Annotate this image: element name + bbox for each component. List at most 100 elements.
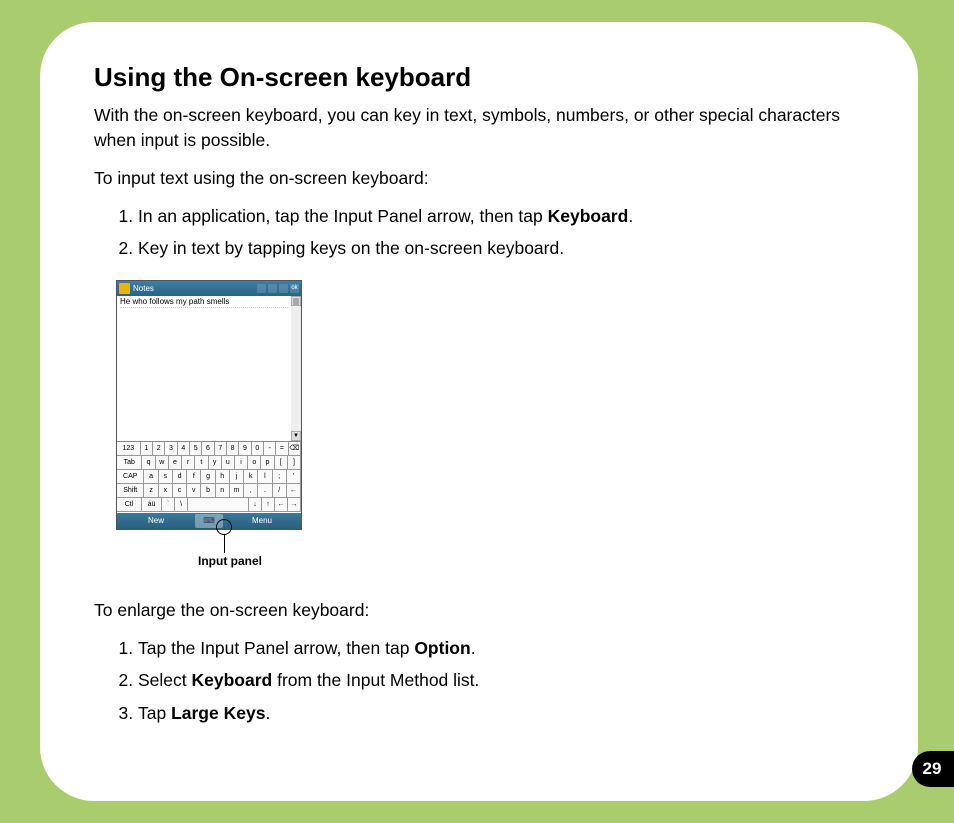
callout: Input panel — [116, 530, 302, 572]
step-bold: Keyboard — [548, 206, 629, 226]
keyboard-key: n — [216, 484, 230, 497]
keyboard-key: 9 — [239, 442, 251, 455]
keyboard-row: Ctláü`\ ↓↑←→ — [117, 498, 301, 512]
intro-text: With the on-screen keyboard, you can key… — [94, 103, 864, 154]
keyboard-key: w — [156, 456, 169, 469]
keyboard-key: ` — [162, 498, 175, 511]
callout-circle — [216, 519, 232, 535]
titlebar-tray: ok — [257, 284, 299, 293]
step-item: Key in text by tapping keys on the on-sc… — [138, 235, 864, 261]
app-title: Notes — [133, 284, 257, 293]
keyboard-key: z — [144, 484, 158, 497]
keyboard-key: ↑ — [262, 498, 275, 511]
note-area: He who follows my path smells ▲ ▼ — [117, 296, 301, 441]
tray-icon — [268, 284, 277, 293]
keyboard-key: 7 — [215, 442, 227, 455]
keyboard-row: Tabqwertyuiop[] — [117, 456, 301, 470]
tray-icon — [257, 284, 266, 293]
keyboard-key: áü — [142, 498, 162, 511]
keyboard-key: ' — [287, 470, 301, 483]
keyboard-key: x — [159, 484, 173, 497]
keyboard-key: = — [276, 442, 288, 455]
step-item: Tap Large Keys. — [138, 700, 864, 726]
keyboard-key: \ — [175, 498, 188, 511]
keyboard-key: a — [144, 470, 158, 483]
keyboard-key: 123 — [117, 442, 141, 455]
tray-icon — [279, 284, 288, 293]
keyboard-key: [ — [275, 456, 288, 469]
keyboard-key: 4 — [178, 442, 190, 455]
onscreen-keyboard: 1231234567890-=⌫Tabqwertyuiop[]CAPasdfgh… — [117, 441, 301, 513]
keyboard-key: . — [258, 484, 272, 497]
keyboard-key: m — [230, 484, 244, 497]
keyboard-key: v — [187, 484, 201, 497]
keyboard-key: ← — [287, 484, 301, 497]
keyboard-key: , — [244, 484, 258, 497]
scroll-down-icon: ▼ — [291, 431, 301, 441]
keyboard-key: 2 — [153, 442, 165, 455]
keyboard-key: u — [222, 456, 235, 469]
keyboard-key: 8 — [227, 442, 239, 455]
keyboard-key: / — [273, 484, 287, 497]
keyboard-key: Shift — [117, 484, 144, 497]
step-bold: Large Keys — [171, 703, 265, 723]
page-heading: Using the On-screen keyboard — [94, 62, 864, 93]
keyboard-key: p — [261, 456, 274, 469]
keyboard-key: k — [244, 470, 258, 483]
keyboard-row: Shiftzxcvbnm,./← — [117, 484, 301, 498]
keyboard-key: s — [159, 470, 173, 483]
keyboard-key: → — [288, 498, 301, 511]
keyboard-key: f — [187, 470, 201, 483]
keyboard-key: r — [182, 456, 195, 469]
keyboard-key: 1 — [141, 442, 153, 455]
keyboard-key: 6 — [202, 442, 214, 455]
keyboard-key: t — [195, 456, 208, 469]
note-text: He who follows my path smells — [120, 297, 288, 308]
step-bold: Option — [414, 638, 470, 658]
keyboard-key: Ctl — [117, 498, 142, 511]
lead-text-2: To enlarge the on-screen keyboard: — [94, 598, 864, 623]
keyboard-key: - — [264, 442, 276, 455]
keyboard-row: CAPasdfghjkl;' — [117, 470, 301, 484]
callout-line — [224, 535, 225, 553]
softkey-new: New — [117, 516, 195, 525]
keyboard-key: ⌫ — [289, 442, 301, 455]
device-figure: Notes ok He who follows my path smells ▲… — [116, 280, 302, 572]
keyboard-row: 1231234567890-=⌫ — [117, 442, 301, 456]
keyboard-key: g — [201, 470, 215, 483]
keyboard-key: 3 — [165, 442, 177, 455]
keyboard-key: o — [248, 456, 261, 469]
step-bold: Keyboard — [192, 670, 273, 690]
page-card: Using the On-screen keyboard With the on… — [40, 22, 918, 801]
keyboard-key: b — [201, 484, 215, 497]
keyboard-key: ; — [273, 470, 287, 483]
scrollbar-thumb — [293, 298, 299, 306]
page-number: 29 — [912, 751, 954, 787]
keyboard-key: ← — [275, 498, 288, 511]
keyboard-key: l — [258, 470, 272, 483]
keyboard-key: ] — [288, 456, 301, 469]
windows-icon — [119, 283, 130, 294]
steps-list-1: In an application, tap the Input Panel a… — [138, 203, 864, 262]
keyboard-key: c — [173, 484, 187, 497]
callout-label: Input panel — [198, 554, 262, 568]
step-item: Tap the Input Panel arrow, then tap Opti… — [138, 635, 864, 661]
keyboard-key: h — [216, 470, 230, 483]
steps-list-2: Tap the Input Panel arrow, then tap Opti… — [138, 635, 864, 726]
step-item: Select Keyboard from the Input Method li… — [138, 667, 864, 693]
softkey-menu: Menu — [223, 516, 301, 525]
keyboard-key: ↓ — [249, 498, 262, 511]
lead-text-1: To input text using the on-screen keyboa… — [94, 166, 864, 191]
device-titlebar: Notes ok — [117, 281, 301, 296]
device-bottombar: New ⌨ Menu — [117, 513, 301, 529]
keyboard-key: q — [142, 456, 155, 469]
keyboard-key: 0 — [252, 442, 264, 455]
step-item: In an application, tap the Input Panel a… — [138, 203, 864, 229]
device-screen: Notes ok He who follows my path smells ▲… — [116, 280, 302, 530]
keyboard-key — [188, 498, 249, 511]
keyboard-key: CAP — [117, 470, 144, 483]
keyboard-key: d — [173, 470, 187, 483]
keyboard-key: Tab — [117, 456, 142, 469]
ok-button: ok — [290, 284, 299, 293]
keyboard-key: 5 — [190, 442, 202, 455]
